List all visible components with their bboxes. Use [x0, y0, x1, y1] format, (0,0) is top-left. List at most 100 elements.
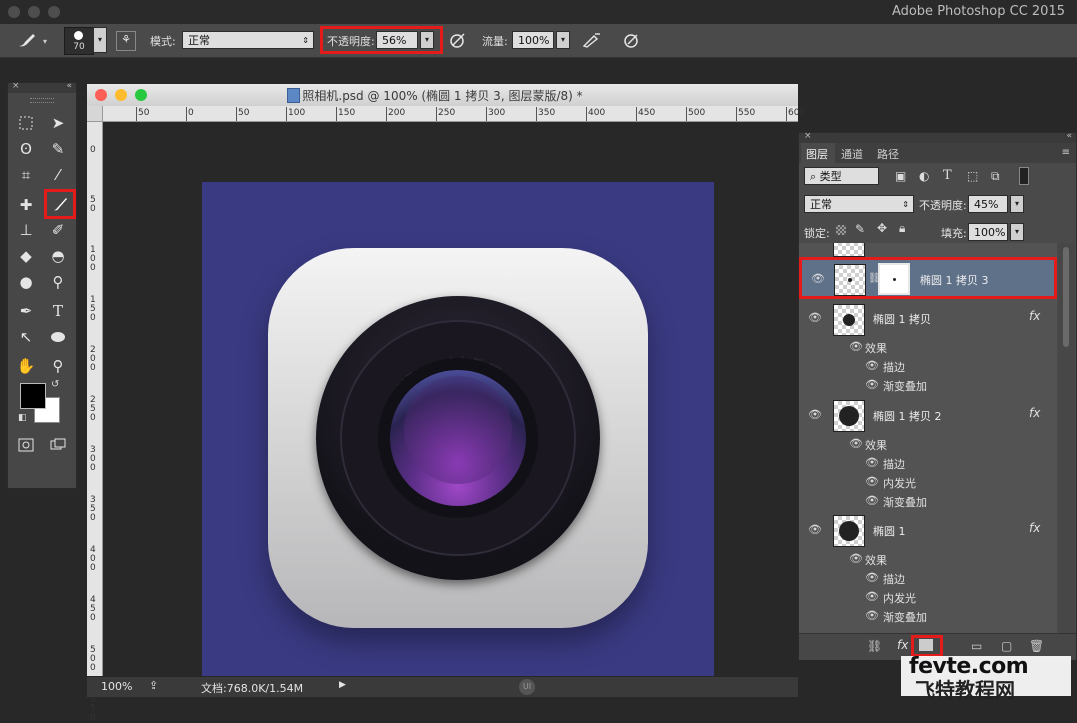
- effect-item[interactable]: 渐变叠加: [883, 494, 927, 510]
- link-layers-icon[interactable]: ⛓︎: [867, 639, 882, 653]
- tools-panel-header[interactable]: × «: [8, 81, 76, 93]
- layer-row-selected[interactable]: 👁︎ ⛓︎ 椭圆 1 拷贝 3: [799, 257, 1057, 299]
- brush-size-picker[interactable]: 70: [64, 27, 94, 55]
- visibility-eye-icon[interactable]: 👁︎: [865, 494, 879, 507]
- quick-select-tool-icon[interactable]: ✎: [48, 139, 68, 159]
- lock-transparency-icon[interactable]: [836, 225, 846, 235]
- visibility-eye-icon[interactable]: 👁︎: [808, 408, 822, 421]
- brush-size-dropdown[interactable]: ▾: [93, 27, 107, 53]
- effect-item[interactable]: 描边: [883, 359, 905, 375]
- ruler-left[interactable]: 0 5 0 1 0 0 1 5 0 2 0 0 2 5 0 3 0 0 3 5 0 4 0 0 4…: [87, 106, 103, 723]
- healing-brush-tool-icon[interactable]: ✚: [16, 195, 36, 215]
- filter-toggle[interactable]: [1019, 167, 1029, 185]
- hand-tool-icon[interactable]: ✋: [16, 356, 36, 376]
- pressure-size-icon[interactable]: [622, 32, 642, 50]
- close-window-button[interactable]: [8, 6, 20, 18]
- fx-icon[interactable]: fx: [1029, 521, 1040, 535]
- layer-row[interactable]: 👁︎ 椭圆 1 fx 👁︎ 效果 👁︎ 描边 👁︎ 内发光 👁︎ 渐变叠加: [799, 510, 1049, 633]
- tab-channels[interactable]: 通道: [841, 146, 863, 162]
- lock-position-icon[interactable]: ✥: [877, 221, 887, 235]
- artboard[interactable]: UEgood小教程: [202, 182, 714, 694]
- grip-icon[interactable]: [30, 98, 54, 103]
- ruler-top[interactable]: 50 0 50 100 150 200 250 300 350 400 450 500 550 600: [102, 106, 805, 122]
- layers-list[interactable]: 👁︎ ⛓︎ 椭圆 1 拷贝 3 👁︎ 椭圆 1 拷贝 fx 👁︎ 效果 👁︎ 描…: [799, 243, 1057, 633]
- filter-pixel-icon[interactable]: ▣: [895, 169, 906, 183]
- history-brush-tool-icon[interactable]: ✐: [48, 220, 68, 240]
- canvas-area[interactable]: UEgood小教程: [103, 122, 798, 694]
- collapse-icon[interactable]: «: [1066, 131, 1072, 141]
- add-mask-icon[interactable]: [919, 639, 933, 651]
- close-icon[interactable]: ×: [12, 81, 20, 91]
- document-title-bar[interactable]: 照相机.psd @ 100% (椭圆 1 拷贝 3, 图层蒙版/8) *: [87, 84, 798, 107]
- delete-layer-icon[interactable]: 🗑︎: [1029, 639, 1044, 653]
- lock-all-icon[interactable]: 🔒︎: [899, 221, 905, 236]
- pen-tool-icon[interactable]: ✒: [16, 301, 36, 321]
- layer-opacity-dropdown[interactable]: ▾: [1010, 195, 1024, 213]
- ellipse-tool-icon[interactable]: [48, 327, 68, 347]
- panel-menu-icon[interactable]: ≡: [1062, 147, 1070, 158]
- minimize-window-button[interactable]: [28, 6, 40, 18]
- flow-dropdown[interactable]: ▾: [556, 31, 570, 49]
- effect-item[interactable]: 内发光: [883, 590, 916, 606]
- filter-smartobject-icon[interactable]: ⧉: [991, 169, 1000, 184]
- lock-pixels-icon[interactable]: ✎: [855, 222, 865, 236]
- close-icon[interactable]: ×: [804, 131, 812, 141]
- airbrush-icon[interactable]: [582, 32, 602, 50]
- layer-name[interactable]: 椭圆 1: [873, 523, 906, 539]
- share-icon[interactable]: ⇪: [149, 679, 158, 692]
- layer-row[interactable]: 👁︎ 椭圆 1 拷贝 2 fx 👁︎ 效果 👁︎ 描边 👁︎ 内发光 👁︎ 渐变…: [799, 395, 1049, 511]
- visibility-eye-icon[interactable]: 👁︎: [808, 311, 822, 324]
- marquee-tool-icon[interactable]: [16, 113, 36, 133]
- fill-dropdown[interactable]: ▾: [1010, 223, 1024, 241]
- layer-name[interactable]: 椭圆 1 拷贝 2: [873, 408, 942, 424]
- visibility-eye-icon[interactable]: 👁︎: [865, 359, 879, 372]
- fx-icon[interactable]: fx: [1029, 309, 1040, 323]
- clone-stamp-tool-icon[interactable]: ⊥: [16, 220, 36, 240]
- visibility-eye-icon[interactable]: 👁︎: [849, 552, 863, 565]
- paint-bucket-tool-icon[interactable]: ◓: [48, 246, 68, 266]
- default-colors-icon[interactable]: ◧: [18, 413, 27, 423]
- filter-adjustment-icon[interactable]: ◐: [919, 169, 929, 183]
- zoom-level[interactable]: 100%: [101, 680, 132, 693]
- pressure-opacity-icon[interactable]: [448, 32, 468, 50]
- effect-item[interactable]: 描边: [883, 456, 905, 472]
- brush-tool-preset-icon[interactable]: [16, 32, 38, 50]
- tab-layers[interactable]: 图层: [806, 146, 828, 162]
- visibility-eye-icon[interactable]: 👁︎: [849, 340, 863, 353]
- effect-item[interactable]: 渐变叠加: [883, 609, 927, 625]
- layer-row[interactable]: 👁︎ 椭圆 1 拷贝 fx 👁︎ 效果 👁︎ 描边 👁︎ 渐变叠加: [799, 299, 1049, 396]
- eyedropper-tool-icon[interactable]: ⁄: [48, 165, 68, 185]
- collapse-icon[interactable]: «: [66, 81, 72, 91]
- layer-name[interactable]: 椭圆 1 拷贝 3: [920, 272, 989, 288]
- effect-item[interactable]: 内发光: [883, 475, 916, 491]
- visibility-eye-icon[interactable]: 👁︎: [808, 523, 822, 536]
- scrollbar-thumb[interactable]: [1063, 247, 1069, 347]
- filter-type-icon[interactable]: T: [943, 168, 952, 183]
- quick-mask-icon[interactable]: [16, 435, 36, 455]
- opacity-input[interactable]: 56%: [376, 31, 418, 49]
- filter-shape-icon[interactable]: ⬚: [967, 169, 978, 183]
- visibility-eye-icon[interactable]: 👁︎: [849, 437, 863, 450]
- layer-mask-thumbnail[interactable]: [878, 263, 910, 295]
- add-style-icon[interactable]: fx: [897, 638, 908, 652]
- flow-input[interactable]: 100%: [512, 31, 554, 49]
- visibility-eye-icon[interactable]: 👁︎: [811, 272, 825, 285]
- visibility-eye-icon[interactable]: 👁︎: [865, 590, 879, 603]
- zoom-window-button[interactable]: [48, 6, 60, 18]
- blur-tool-icon[interactable]: ●: [16, 272, 36, 292]
- visibility-eye-icon[interactable]: 👁︎: [865, 456, 879, 469]
- opacity-dropdown[interactable]: ▾: [420, 31, 434, 49]
- layers-scrollbar[interactable]: [1058, 243, 1074, 633]
- layer-filter-select[interactable]: ⌕ 类型: [804, 167, 879, 185]
- status-menu-arrow-icon[interactable]: ▶: [339, 680, 346, 690]
- effect-item[interactable]: 描边: [883, 571, 905, 587]
- tab-paths[interactable]: 路径: [877, 146, 899, 162]
- brush-panel-toggle-icon[interactable]: ⚘: [116, 31, 136, 51]
- brush-tool-icon[interactable]: [50, 194, 70, 214]
- blend-mode-select[interactable]: 正常 ⇕: [804, 195, 914, 213]
- effect-item[interactable]: 渐变叠加: [883, 378, 927, 394]
- layer-row-partial[interactable]: [799, 243, 1049, 258]
- visibility-eye-icon[interactable]: 👁︎: [865, 475, 879, 488]
- crop-tool-icon[interactable]: ⌗: [16, 165, 36, 185]
- mode-select[interactable]: 正常 ⇕: [182, 31, 314, 49]
